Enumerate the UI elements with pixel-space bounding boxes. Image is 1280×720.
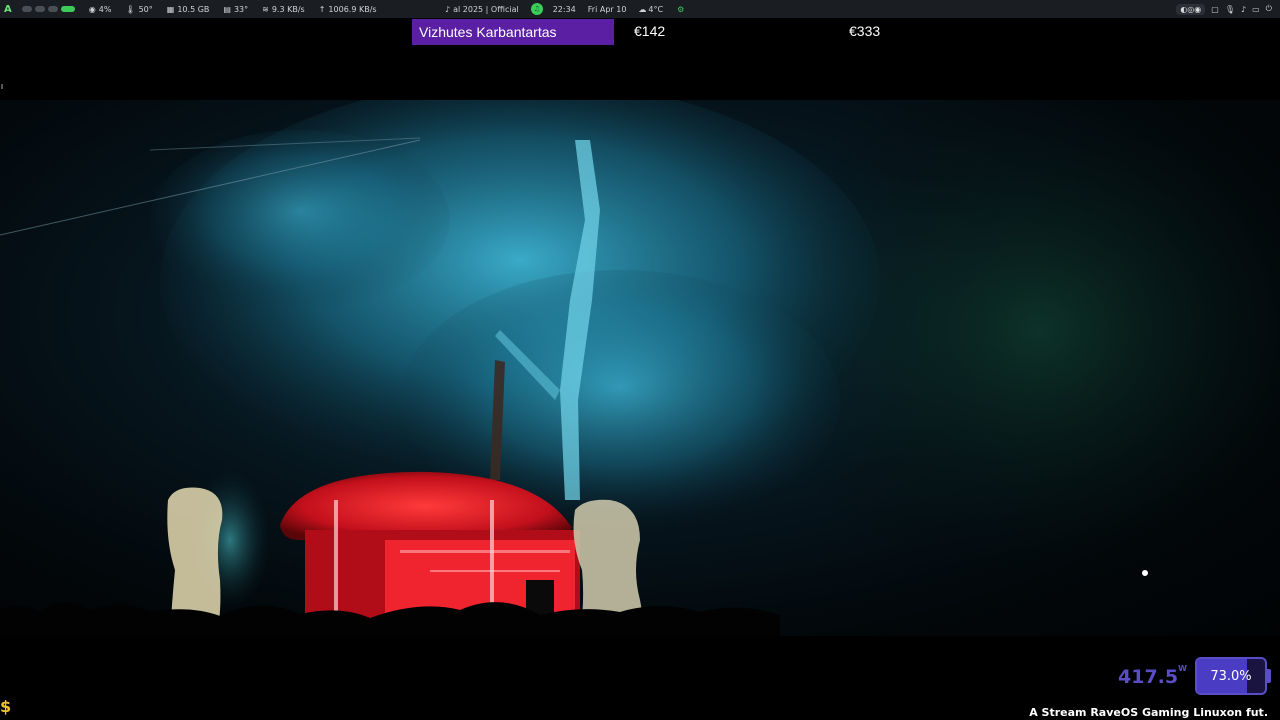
festival-scene-image <box>0 100 1280 636</box>
gpu-temp-value: 33° <box>233 4 249 14</box>
memory-usage: ▦ 10.5 GB <box>167 5 210 14</box>
battery-indicator: 73.0% <box>1195 657 1267 695</box>
workspace-3[interactable] <box>47 6 58 12</box>
gpu-temperature: ▤ 33° <box>223 5 248 14</box>
video-frame[interactable] <box>0 100 1280 636</box>
power-unit: W <box>1178 664 1187 673</box>
power-draw-value: 417.5 <box>1118 666 1179 688</box>
ticker-name-label: Vizhutes Karbantartas <box>412 19 614 45</box>
workspace-2[interactable] <box>34 6 45 12</box>
weather-value[interactable]: 4°C <box>648 5 663 14</box>
tray-apps-icon[interactable]: ◐◎◉ <box>1176 3 1206 15</box>
spotify-icon[interactable]: ♫ <box>530 3 543 15</box>
ticker-price-1: €142 <box>634 23 666 39</box>
net-up-value: 1006.9 KB/s <box>328 4 377 14</box>
cpu-temperature: 🌡︎ 50° <box>125 5 152 14</box>
notification-icon[interactable]: ⚙ <box>677 5 684 14</box>
memory-icon: ▦ <box>166 4 175 14</box>
battery-percent: 73.0% <box>1210 668 1252 684</box>
dollar-icon[interactable]: $ <box>0 697 16 717</box>
memory-value: 10.5 GB <box>177 4 210 14</box>
cpu-usage-value: 4% <box>98 4 112 14</box>
workspace-indicator[interactable] <box>21 6 75 12</box>
volume-icon[interactable]: ♪ <box>1241 5 1246 14</box>
microphone-icon[interactable]: 🎙︎ <box>1225 5 1235 14</box>
music-note-icon: ♪ <box>445 4 451 14</box>
clock-date[interactable]: Fri Apr 10 <box>588 5 627 14</box>
cpu-usage: ◉ 4% <box>89 5 112 14</box>
wifi-icon: ≋ <box>262 4 269 14</box>
network-down: ≋ 9.3 KB/s <box>262 5 305 14</box>
battery-tray-icon[interactable]: ▭ <box>1252 5 1260 14</box>
media-title[interactable]: al 2025 | Official <box>453 5 519 14</box>
distant-light <box>1142 570 1148 576</box>
top-status-bar: A ◉ 4% 🌡︎ 50° ▦ 10.5 GB ▤ 33° ≋ 9.3 KB/s… <box>0 0 1280 18</box>
power-draw-readout: 417.5W <box>1118 664 1187 688</box>
net-down-value: 9.3 KB/s <box>271 4 305 14</box>
weather-icon: ☁ <box>638 4 647 14</box>
thermometer-icon: 🌡︎ <box>125 4 136 14</box>
clipboard-icon[interactable]: ▢ <box>1211 5 1219 14</box>
app-logo-icon[interactable]: A <box>4 4 12 15</box>
battery-terminal <box>1267 669 1271 683</box>
clock-time[interactable]: 22:34 <box>553 5 576 14</box>
power-icon[interactable]: ⏻ <box>1266 4 1272 14</box>
system-tray: ◐◎◉ ▢ 🎙︎ ♪ ▭ ⏻ <box>1176 0 1272 18</box>
cpu-temp-value: 50° <box>138 4 153 14</box>
tree-canopy-left <box>150 130 450 310</box>
stream-caption: A Stream RaveOS Gaming Linuxon fut. <box>1029 706 1268 719</box>
edge-marker <box>1 84 3 89</box>
upload-icon: ↑ <box>318 4 326 14</box>
cpu-icon: ◉ <box>88 4 96 14</box>
gpu-icon: ▤ <box>223 4 231 14</box>
workspace-4-active[interactable] <box>60 6 75 12</box>
stage-light-bar <box>430 570 560 572</box>
network-up: ↑ 1006.9 KB/s <box>319 5 377 14</box>
media-clock-group: ♪ al 2025 | Official ♫ 22:34 Fri Apr 10 … <box>445 0 684 18</box>
stage-light-bar <box>400 550 570 553</box>
ticker-name-text: Vizhutes Karbantartas <box>419 24 557 40</box>
workspace-1[interactable] <box>21 6 32 12</box>
ticker-price-2: €333 <box>849 23 881 39</box>
